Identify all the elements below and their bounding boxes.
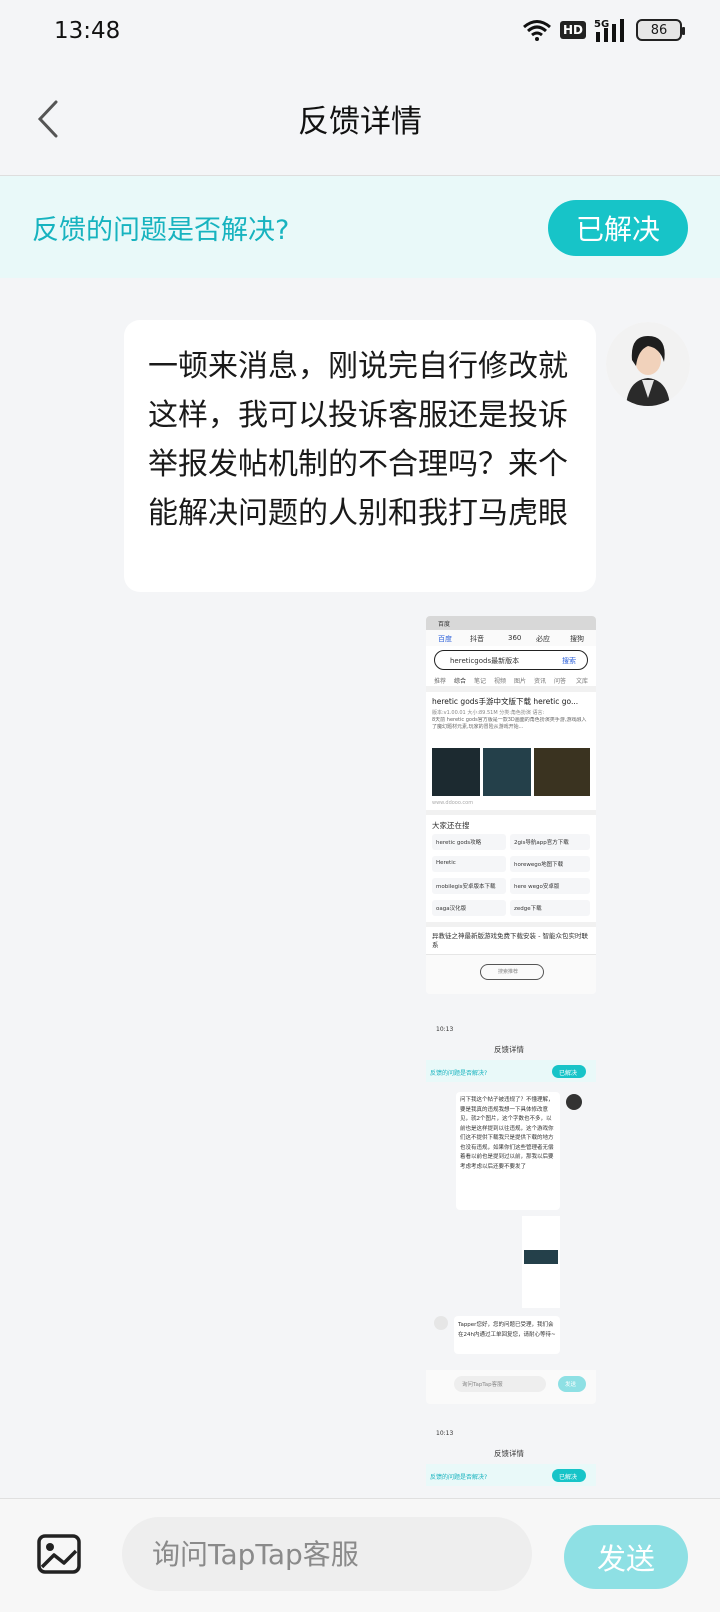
mini-title: 反馈详情: [494, 1045, 524, 1054]
mini-game-thumbnail: [483, 748, 531, 796]
attachment-image-2[interactable]: 10:13 反馈详情 反馈的问题是否解决? 已解决 问下我这个帖子被违规了？不懂…: [426, 1020, 596, 1404]
mini-related-item: here wego安卓版: [514, 884, 560, 890]
mini-message: 问下我这个帖子被违规了？不懂理解，要是我真的违规我想一下具体修改意见，就2个图片…: [460, 1097, 554, 1170]
mini-related-item: Heretic: [436, 860, 456, 866]
mini-reply: Tapper您好，您的问题已受理，我们会在24h内通过工单回复您，请耐心等待~: [458, 1322, 556, 1338]
mini-related-item: oaga汉化版: [436, 906, 467, 912]
resolution-bar: 反馈的问题是否解决? 已解决: [0, 176, 720, 278]
mini-related-item: zedge下载: [514, 906, 542, 912]
status-icons: HD 5G 86: [522, 18, 685, 42]
mini-result-title: heretic gods手游中文版下载 heretic go...: [432, 697, 579, 706]
mini-search-button: 搜索: [562, 657, 576, 665]
mini-input-placeholder: 询问TapTap客服: [462, 1382, 503, 1388]
battery-icon: 86: [636, 19, 685, 41]
mini-filter: 资讯: [534, 678, 547, 685]
mini-result2-title: 异教徒之神最新版游戏免费下载安装 - 智能众包实时联系: [432, 932, 588, 949]
mini-result-source: www.ddooo.com: [432, 800, 474, 806]
resolved-button[interactable]: 已解决: [548, 200, 688, 256]
mini-result-meta: 版本:v1.00.01 大小:89.51M 分类:角色扮演 语言:: [432, 710, 545, 716]
mini-related-item: horewego地图下载: [514, 862, 564, 868]
mini-support-avatar: [434, 1316, 448, 1330]
mini-resolved-button: 已解决: [559, 1070, 578, 1077]
mini-filter: 笔记: [474, 678, 487, 685]
page-title: 反馈详情: [298, 104, 422, 140]
header: 反馈详情: [0, 62, 720, 176]
mini-related-item: heretic gods攻略: [436, 840, 482, 846]
mini-tab: 360: [508, 634, 522, 642]
mini-related-item: 2gis导航app官方下载: [514, 840, 569, 846]
send-button[interactable]: 发送: [564, 1525, 688, 1589]
mini-related-title: 大家还在搜: [432, 821, 470, 830]
wifi-icon: [523, 20, 551, 41]
mini-filter: 文库: [576, 678, 589, 685]
ask-input[interactable]: [122, 1517, 532, 1591]
mini-tab: 抖音: [470, 635, 484, 643]
attachment-image-3[interactable]: 10:13 反馈详情 反馈的问题是否解决? 已解决: [426, 1424, 596, 1498]
mini-resolved-button: 已解决: [559, 1474, 578, 1481]
image-icon: [37, 1534, 81, 1574]
mini-tab: 必应: [536, 635, 550, 643]
mini-tab: 搜狗: [570, 635, 584, 643]
mini-filter: 推荐: [434, 678, 447, 685]
mini-question: 反馈的问题是否解决?: [430, 1474, 488, 1481]
image-upload-button[interactable]: [36, 1531, 82, 1577]
mini-search-query: hereticgods最新版本: [450, 657, 520, 665]
mini-filter: 视频: [494, 678, 507, 685]
mini-send: 发送: [565, 1382, 577, 1388]
mini-tab: 百度: [438, 635, 452, 643]
mini-filter: 问答: [554, 678, 567, 685]
user-avatar-icon: [606, 322, 690, 406]
status-time: 13:48: [54, 18, 121, 44]
avatar[interactable]: [606, 322, 690, 406]
composer-bar: 发送: [0, 1498, 720, 1612]
mini-status-time: 10:13: [436, 1430, 454, 1437]
mini-question: 反馈的问题是否解决?: [430, 1070, 488, 1077]
mini-tab: 百度: [438, 621, 451, 628]
mini-home-label: 搜索推荐: [498, 969, 519, 975]
mini-result-desc: 8天前 heretic gods官方版是一款3D画面的角色扮演类手游,游戏融入了…: [432, 717, 587, 730]
mini-filter: 综合: [454, 678, 467, 685]
mini-game-thumbnail: [432, 748, 480, 796]
mini-avatar: [566, 1094, 582, 1110]
battery-level: 86: [650, 22, 668, 38]
signal-icon: 5G: [594, 19, 624, 42]
hd-icon: HD: [559, 21, 586, 39]
mini-filter: 图片: [514, 678, 527, 685]
message-bubble: 一顿来消息，刚说完自行修改就这样，我可以投诉客服还是投诉举报发帖机制的不合理吗？…: [124, 320, 596, 592]
status-bar: 13:48 HD 5G 86: [0, 0, 720, 62]
resolution-question: 反馈的问题是否解决?: [32, 215, 290, 246]
mini-title: 反馈详情: [494, 1449, 524, 1458]
mini-related-item: mobilegis安卓版本下载: [436, 884, 496, 890]
mini-game-thumbnail: [534, 748, 590, 796]
attachment-image-1[interactable]: 百度 百度 抖音 360 必应 搜狗 hereticgods最新版本 搜索 推荐…: [426, 616, 596, 994]
mini-status-time: 10:13: [436, 1026, 454, 1033]
